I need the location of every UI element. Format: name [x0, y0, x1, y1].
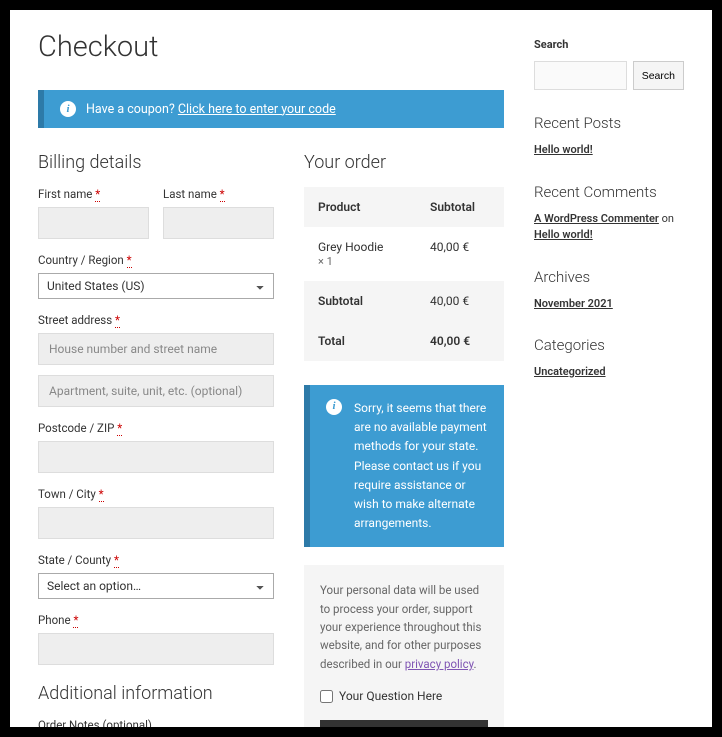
search-input[interactable] — [534, 61, 627, 90]
page-title: Checkout — [38, 30, 504, 64]
street-input-1[interactable] — [38, 333, 274, 365]
categories-heading: Categories — [534, 336, 684, 354]
recent-comments-heading: Recent Comments — [534, 183, 684, 201]
archive-link[interactable]: November 2021 — [534, 297, 613, 310]
comment-post-link[interactable]: Hello world! — [534, 228, 593, 241]
town-label: Town / City * — [38, 487, 274, 501]
order-heading: Your order — [304, 152, 504, 173]
last-name-input[interactable] — [163, 207, 274, 239]
additional-heading: Additional information — [38, 683, 274, 704]
recent-post-link[interactable]: Hello world! — [534, 143, 593, 156]
postcode-input[interactable] — [38, 441, 274, 473]
phone-label: Phone * — [38, 613, 274, 627]
last-name-label: Last name * — [163, 187, 274, 201]
category-link[interactable]: Uncategorized — [534, 365, 606, 378]
state-select[interactable]: Select an option… — [38, 573, 274, 599]
payment-notice: i Sorry, it seems that there are no avai… — [304, 385, 504, 547]
archives-heading: Archives — [534, 268, 684, 286]
first-name-input[interactable] — [38, 207, 149, 239]
place-order-button[interactable]: Place order — [320, 720, 488, 727]
info-icon: i — [60, 101, 76, 117]
privacy-link[interactable]: privacy policy — [405, 657, 474, 671]
street-label: Street address * — [38, 313, 274, 327]
info-icon: i — [326, 399, 342, 415]
first-name-label: First name * — [38, 187, 149, 201]
question-checkbox[interactable] — [320, 690, 333, 703]
town-input[interactable] — [38, 507, 274, 539]
country-select[interactable]: United States (US) — [38, 273, 274, 299]
order-table: ProductSubtotal Grey Hoodie× 1 40,00 € S… — [304, 187, 504, 361]
recent-posts-heading: Recent Posts — [534, 114, 684, 132]
billing-heading: Billing details — [38, 152, 274, 173]
commenter-link[interactable]: A WordPress Commenter — [534, 212, 659, 225]
order-notes-label: Order Notes (optional) — [38, 718, 274, 727]
phone-input[interactable] — [38, 633, 274, 665]
privacy-box: Your personal data will be used to proce… — [304, 565, 504, 727]
search-button[interactable]: Search — [633, 61, 684, 90]
table-row: Grey Hoodie× 1 40,00 € — [304, 227, 504, 281]
postcode-label: Postcode / ZIP * — [38, 421, 274, 435]
coupon-link[interactable]: Click here to enter your code — [178, 102, 336, 117]
street-input-2[interactable] — [38, 375, 274, 407]
state-label: State / County * — [38, 553, 274, 567]
search-label: Search — [534, 38, 684, 51]
coupon-notice: i Have a coupon? Click here to enter you… — [38, 90, 504, 128]
country-label: Country / Region * — [38, 253, 274, 267]
